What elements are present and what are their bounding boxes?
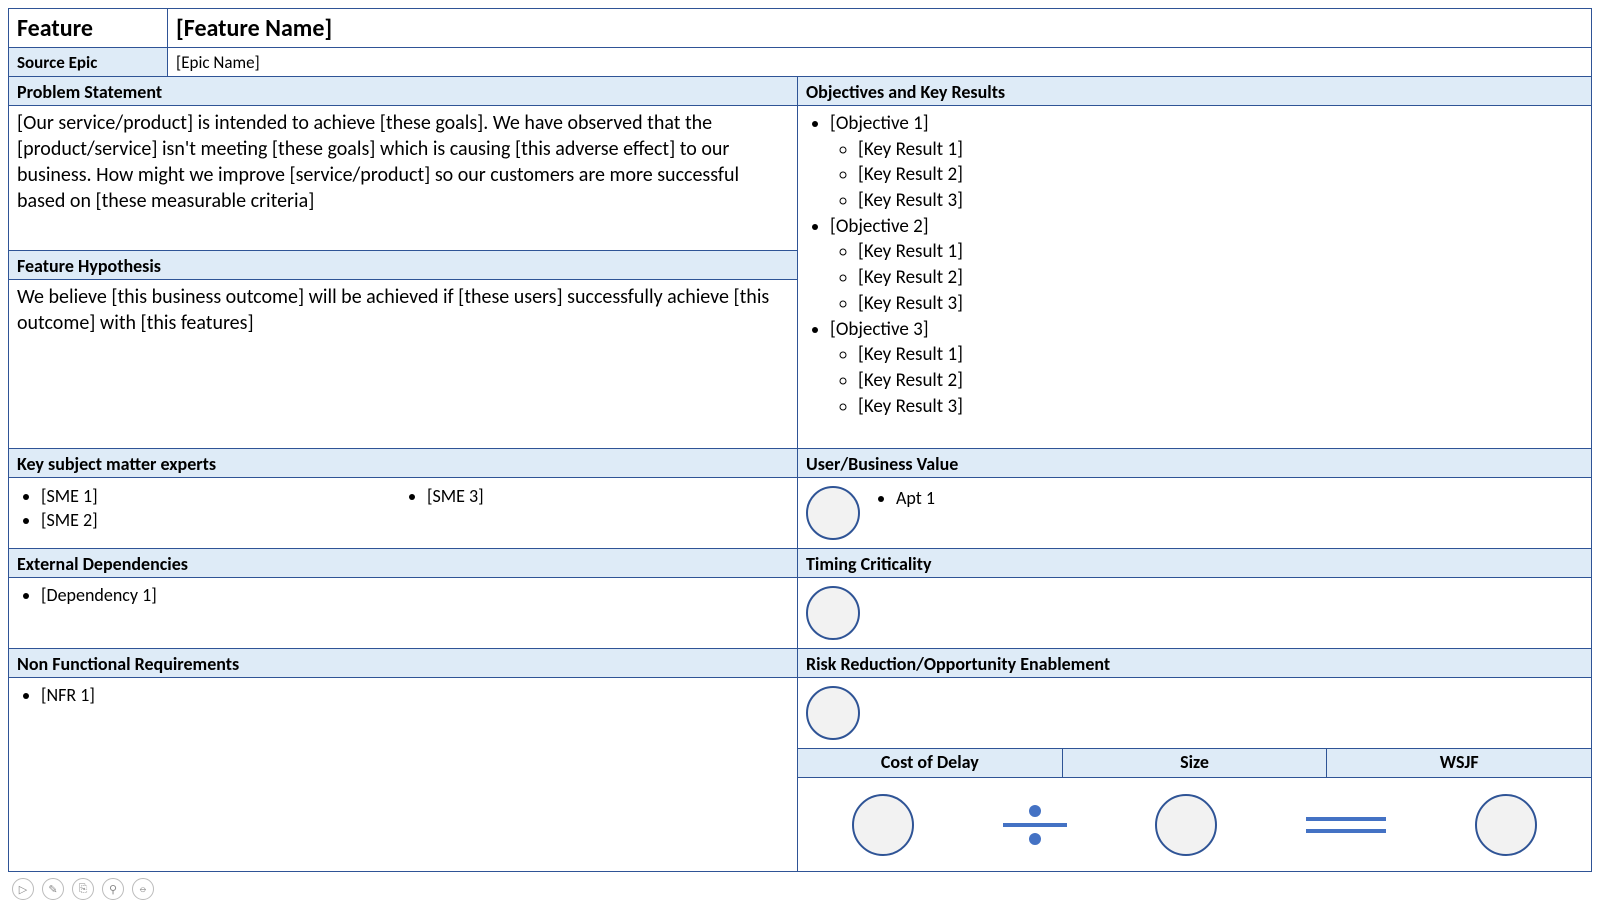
okr-body: [Objective 1] [Key Result 1] [Key Result…	[797, 105, 1592, 449]
kr-item: [Key Result 1]	[858, 240, 1583, 265]
ubv-score-circle	[806, 486, 860, 540]
ubv-body: Apt 1	[797, 477, 1592, 549]
feature-label: Feature	[17, 14, 93, 43]
kr-item: [Key Result 1]	[858, 343, 1583, 368]
size-score-circle	[1155, 794, 1217, 856]
rroe-header: Risk Reduction/Opportunity Enablement	[797, 648, 1592, 678]
more-icon[interactable]: ⦵	[132, 878, 154, 900]
deps-body: [Dependency 1]	[8, 577, 798, 649]
okr-header: Objectives and Key Results	[797, 76, 1592, 106]
source-epic-label: Source Epic	[17, 52, 97, 73]
pen-icon[interactable]: ✎	[42, 878, 64, 900]
nfr-item: [NFR 1]	[41, 684, 789, 707]
feature-value-cell: [Feature Name]	[167, 8, 1592, 48]
kr-item: [Key Result 1]	[858, 138, 1583, 163]
feature-canvas: Feature [Feature Name] Source Epic [Epic…	[8, 8, 1592, 904]
play-icon[interactable]: ▷	[12, 878, 34, 900]
size-label: Size	[1063, 749, 1328, 777]
source-epic-label-cell: Source Epic	[8, 47, 168, 77]
problem-statement-header: Problem Statement	[8, 76, 798, 106]
rroe-body	[797, 677, 1592, 749]
presentation-toolbar: ▷ ✎ ⎘ ⚲ ⦵	[12, 878, 154, 900]
sme-item: [SME 3]	[427, 485, 789, 508]
feature-label-cell: Feature	[8, 8, 168, 48]
ubv-item: Apt 1	[896, 487, 935, 510]
feature-hypothesis-body: We believe [this business outcome] will …	[8, 279, 798, 449]
sme-item: [SME 1]	[41, 485, 403, 508]
objective-item: [Objective 1] [Key Result 1] [Key Result…	[830, 112, 1583, 214]
kr-item: [Key Result 2]	[858, 163, 1583, 188]
sme-body: [SME 1] [SME 2] [SME 3]	[8, 477, 798, 549]
problem-statement-body: [Our service/product] is intended to ach…	[8, 105, 798, 251]
kr-item: [Key Result 2]	[858, 266, 1583, 291]
equals-icon	[1306, 817, 1386, 833]
rroe-score-circle	[806, 686, 860, 740]
tc-header: Timing Criticality	[797, 548, 1592, 578]
copy-icon[interactable]: ⎘	[72, 878, 94, 900]
cod-label: Cost of Delay	[798, 749, 1063, 777]
sme-item: [SME 2]	[41, 509, 403, 532]
kr-item: [Key Result 3]	[858, 395, 1583, 420]
nfr-header: Non Functional Requirements	[8, 648, 798, 678]
tc-score-circle	[806, 586, 860, 640]
nfr-body: [NFR 1]	[8, 677, 798, 872]
wsjf-score-circle	[1475, 794, 1537, 856]
deps-header: External Dependencies	[8, 548, 798, 578]
feature-hypothesis-header: Feature Hypothesis	[8, 250, 798, 280]
metrics-header: Cost of Delay Size WSJF	[797, 748, 1592, 778]
metrics-body	[797, 777, 1592, 872]
source-epic-value-cell: [Epic Name]	[167, 47, 1592, 77]
objective-item: [Objective 3] [Key Result 1] [Key Result…	[830, 318, 1583, 420]
kr-item: [Key Result 2]	[858, 369, 1583, 394]
ubv-header: User/Business Value	[797, 448, 1592, 478]
cod-score-circle	[852, 794, 914, 856]
zoom-icon[interactable]: ⚲	[102, 878, 124, 900]
dep-item: [Dependency 1]	[41, 584, 789, 607]
divide-icon	[1003, 805, 1067, 845]
feature-value: [Feature Name]	[176, 14, 332, 43]
wsjf-label: WSJF	[1327, 749, 1591, 777]
sme-header: Key subject matter experts	[8, 448, 798, 478]
tc-body	[797, 577, 1592, 649]
kr-item: [Key Result 3]	[858, 292, 1583, 317]
okr-list: [Objective 1] [Key Result 1] [Key Result…	[830, 112, 1583, 419]
objective-item: [Objective 2] [Key Result 1] [Key Result…	[830, 215, 1583, 317]
kr-item: [Key Result 3]	[858, 189, 1583, 214]
source-epic-value: [Epic Name]	[176, 52, 260, 73]
